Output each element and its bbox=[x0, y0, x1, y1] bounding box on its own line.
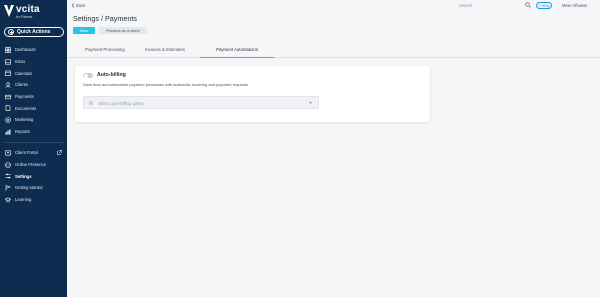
sidebar-item-label: Inbox bbox=[15, 59, 26, 65]
preview-as-client-button[interactable]: Preview as a client bbox=[99, 27, 147, 34]
tabs: Payment Processing Invoices & Estimates … bbox=[67, 42, 600, 58]
auto-billing-description: Save time and streamline payment process… bbox=[83, 82, 250, 87]
reports-icon bbox=[5, 129, 11, 135]
sidebar-item-label: Calendar bbox=[15, 70, 32, 76]
tab-invoices-estimates[interactable]: Invoices & Estimates bbox=[137, 42, 193, 57]
sidebar-item-inbox[interactable]: Inbox bbox=[0, 56, 67, 68]
sidebar-nav: Dashboard Inbox Calendar Clients Payment… bbox=[0, 44, 67, 138]
back-label: Back bbox=[76, 3, 86, 8]
dashboard-icon bbox=[5, 46, 11, 53]
user-name[interactable]: Meer Alhassn bbox=[562, 3, 587, 8]
auto-billing-title: Auto-billing bbox=[97, 72, 126, 78]
clients-icon bbox=[5, 82, 11, 88]
sidebar-item-label: Payments bbox=[15, 94, 34, 100]
payments-icon bbox=[5, 94, 11, 99]
quick-actions-label: Quick Actions bbox=[17, 29, 51, 35]
search-placeholder: Search bbox=[459, 3, 473, 8]
chevron-left-icon bbox=[71, 3, 75, 8]
sidebar-divider bbox=[4, 142, 63, 143]
sidebar-item-label: Getting started bbox=[15, 185, 43, 191]
sidebar-item-calendar[interactable]: Calendar bbox=[0, 67, 67, 79]
brand-name: vcita bbox=[16, 4, 40, 15]
sidebar-item-label: Client Portal bbox=[15, 150, 38, 156]
search-icon[interactable] bbox=[525, 2, 531, 8]
sidebar: vcita for Fitness Quick Actions Dashboar… bbox=[0, 0, 67, 297]
chevron-down-icon bbox=[308, 102, 313, 104]
sidebar-item-label: Settings bbox=[15, 173, 32, 179]
tab-payment-automations[interactable]: Payment Automations bbox=[200, 42, 274, 58]
sidebar-item-label: Marketing bbox=[15, 117, 34, 123]
calendar-icon bbox=[5, 70, 11, 77]
quick-actions-button[interactable]: Quick Actions bbox=[4, 27, 64, 37]
marketing-icon bbox=[5, 117, 11, 123]
auto-billing-option-icon bbox=[88, 100, 94, 106]
sidebar-item-label: Clients bbox=[15, 82, 28, 88]
client-portal-icon bbox=[5, 150, 11, 156]
sidebar-item-learning[interactable]: Learning bbox=[0, 194, 67, 206]
auto-billing-select[interactable]: Select auto-billing option bbox=[83, 96, 319, 109]
sidebar-item-documents[interactable]: Documents bbox=[0, 102, 67, 114]
page-title: Settings / Payments bbox=[73, 14, 137, 23]
inbox-icon bbox=[5, 59, 11, 65]
getting-started-icon bbox=[5, 185, 11, 191]
auto-billing-card: Auto-billing Save time and streamline pa… bbox=[75, 66, 430, 122]
learning-icon bbox=[5, 197, 11, 202]
sidebar-item-label: Dashboard bbox=[15, 47, 36, 53]
sidebar-item-marketing[interactable]: Marketing bbox=[0, 114, 67, 126]
auto-billing-toggle[interactable] bbox=[83, 73, 93, 78]
sidebar-item-payments[interactable]: Payments bbox=[0, 91, 67, 103]
search-input[interactable]: Search bbox=[459, 2, 531, 9]
sidebar-item-client-portal[interactable]: Client Portal bbox=[0, 147, 67, 159]
plus-circle-icon bbox=[8, 29, 14, 35]
brand-subtitle: for Fitness bbox=[16, 15, 33, 19]
top-bar: Back Search ? Help Meer Alhassn bbox=[67, 0, 600, 11]
sidebar-item-clients[interactable]: Clients bbox=[0, 79, 67, 91]
help-button[interactable]: ? Help bbox=[536, 2, 552, 9]
external-link-icon[interactable] bbox=[57, 150, 62, 156]
online-presence-icon bbox=[5, 161, 11, 168]
sidebar-item-dashboard[interactable]: Dashboard bbox=[0, 44, 67, 56]
save-button[interactable]: Save bbox=[73, 27, 95, 34]
sidebar-secondary-nav: Client Portal Online Presence Settings G… bbox=[0, 147, 67, 205]
sidebar-item-settings[interactable]: Settings bbox=[0, 170, 67, 182]
sidebar-item-label: Learning bbox=[15, 197, 32, 203]
toggle-knob bbox=[83, 73, 88, 78]
documents-icon bbox=[5, 105, 11, 112]
settings-icon bbox=[5, 173, 11, 179]
sidebar-item-reports[interactable]: Reports bbox=[0, 126, 67, 138]
help-label: Help bbox=[541, 3, 550, 8]
back-link[interactable]: Back bbox=[71, 3, 85, 8]
sidebar-item-label: Reports bbox=[15, 129, 30, 135]
select-placeholder: Select auto-billing option bbox=[98, 100, 144, 106]
sidebar-item-online-presence[interactable]: Online Presence bbox=[0, 159, 67, 171]
help-icon: ? bbox=[538, 3, 541, 8]
sidebar-item-label: Documents bbox=[15, 105, 37, 111]
sidebar-item-getting-started[interactable]: Getting started bbox=[0, 182, 67, 194]
sidebar-item-label: Online Presence bbox=[15, 162, 46, 168]
logo-mark-icon bbox=[4, 5, 14, 17]
tab-payment-processing[interactable]: Payment Processing bbox=[73, 42, 137, 57]
